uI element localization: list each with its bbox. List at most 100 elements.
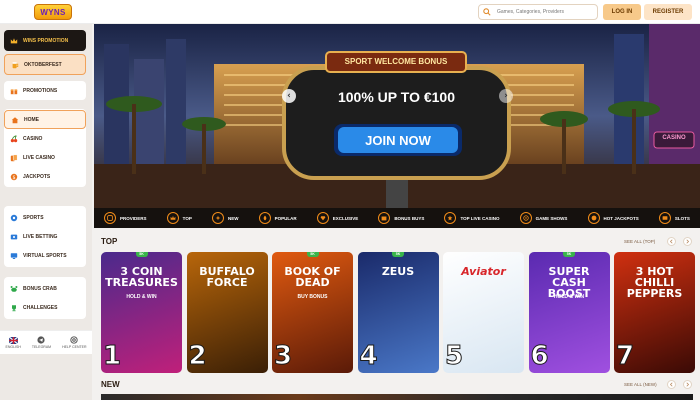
sidebar-item-home[interactable]: Home — [4, 110, 86, 129]
game-rank: 5 — [444, 341, 464, 372]
join-now-label: JOIN NOW — [365, 132, 431, 148]
sidebar-group-casino: Home Casino Live Casino $ Jackpots — [4, 109, 86, 187]
game-badge: 5K — [563, 252, 575, 257]
telegram-label: Telegram — [31, 345, 52, 349]
sidebar-item-promotions[interactable]: Promotions — [4, 81, 86, 100]
site-logo[interactable]: WYNS — [34, 4, 72, 20]
hero-sign-title: SPORT WELCOME BONUS — [344, 57, 448, 66]
sidebar-item-challenges[interactable]: Challenges — [4, 298, 86, 317]
category-providers[interactable]: Providers — [104, 212, 147, 224]
category-hot-jackpots[interactable]: Hot Jackpots — [587, 212, 639, 224]
help-label: Help Center — [62, 345, 87, 349]
category-new[interactable]: New — [211, 212, 238, 224]
sidebar-promo-group: Wins Promotion Oktoberfest — [4, 30, 86, 75]
top-icon — [166, 212, 179, 224]
game-tile[interactable]: BUFFALO FORCE 2 — [186, 252, 268, 373]
flag-icon — [8, 336, 18, 344]
category-game-shows[interactable]: Game Shows — [519, 212, 568, 224]
help-center-link[interactable]: Help Center — [62, 336, 87, 349]
join-now-button[interactable]: JOIN NOW — [338, 127, 458, 153]
scroll-left-icon[interactable] — [667, 380, 676, 389]
sidebar-item-jackpots[interactable]: $ Jackpots — [4, 167, 86, 186]
login-button[interactable]: LOG IN — [603, 4, 641, 20]
category-exclusive[interactable]: Exclusive — [316, 212, 359, 224]
next-slide-icon[interactable]: › — [500, 90, 512, 102]
register-button[interactable]: REGISTER — [644, 4, 692, 20]
live-casino-icon — [444, 212, 457, 224]
search-icon — [483, 8, 491, 16]
game-badge: 5K — [392, 252, 404, 257]
category-label: Slots — [674, 215, 690, 221]
see-all-top-link[interactable]: SEE ALL (TOP) — [624, 239, 655, 244]
game-shows-icon — [519, 212, 532, 224]
sidebar-item-virtual-sports[interactable]: Virtual Sports — [4, 246, 86, 265]
category-top[interactable]: Top — [166, 212, 192, 224]
jackpot-icon: $ — [10, 173, 18, 181]
category-label: Top Live Casino — [460, 215, 500, 221]
scroll-right-icon[interactable] — [683, 380, 692, 389]
sidebar-item-live-betting[interactable]: Live Betting — [4, 227, 86, 246]
category-bar: Providers Top New Popular Exclusive Bonu… — [94, 208, 700, 228]
category-slots[interactable]: Slots — [658, 212, 690, 224]
sidebar-item-label: Bonus Crab — [23, 285, 57, 292]
gift-icon — [10, 87, 18, 95]
sidebar-item-bonus-crab[interactable]: Bonus Crab — [4, 279, 86, 298]
game-tile[interactable]: 5K SUPER CASH BOOST HOLD & WIN 6 — [528, 252, 610, 373]
providers-icon — [104, 212, 117, 224]
top-bar: WYNS Games, Categories, Providers LOG IN… — [0, 0, 700, 24]
game-tile[interactable]: Aviator 5 — [443, 252, 524, 373]
game-rank: 6 — [530, 341, 549, 372]
bonus-buys-icon — [378, 212, 391, 224]
section-title-new: NEW — [101, 380, 120, 389]
game-rank: 4 — [359, 341, 378, 372]
cherry-icon — [10, 134, 18, 143]
hero-banner[interactable]: SPORT WELCOME BONUS 100% UP TO €100 JOIN… — [94, 24, 700, 208]
game-title: ZEUS — [381, 265, 415, 278]
svg-text:$: $ — [12, 174, 15, 180]
category-label: Exclusive — [332, 215, 359, 221]
game-rank: 1 — [102, 341, 122, 372]
search-input[interactable]: Games, Categories, Providers — [478, 4, 598, 20]
language-selector[interactable]: English — [5, 336, 21, 349]
game-title: BUFFALO FORCE — [199, 265, 255, 289]
search-placeholder: Games, Categories, Providers — [497, 9, 564, 15]
scroll-left-icon[interactable] — [667, 237, 676, 246]
slots-icon — [658, 212, 671, 224]
home-icon — [11, 116, 19, 124]
sidebar-item-live-casino[interactable]: Live Casino — [4, 148, 86, 167]
sidebar-item-sports[interactable]: Sports — [4, 208, 86, 227]
sidebar-item-label: Challenges — [23, 304, 58, 311]
ball-icon — [10, 214, 18, 222]
cards-icon — [10, 154, 18, 162]
sidebar-item-label: Sports — [23, 214, 44, 221]
sidebar-item-label: Casino — [23, 135, 43, 142]
game-tile[interactable]: 5K 3 COIN TREASURES HOLD & WIN 1 — [101, 252, 182, 373]
crown-icon — [10, 37, 18, 45]
telegram-link[interactable]: Telegram — [32, 336, 51, 349]
category-top-live-casino[interactable]: Top Live Casino — [444, 212, 500, 224]
new-games-row-peek — [101, 394, 693, 400]
hero-offer: 100% UP TO €100 — [337, 89, 455, 105]
game-tile[interactable]: 5K ZEUS 4 — [357, 252, 439, 373]
game-tile[interactable]: 3 HOT CHILLI PEPPERS 7 — [614, 252, 695, 373]
game-title: 3 COIN TREASURES — [105, 265, 178, 289]
sidebar-item-label: Live Casino — [23, 154, 55, 161]
vegas-background — [94, 24, 700, 208]
sidebar-item-label: Jackpots — [23, 173, 51, 180]
see-all-new-link[interactable]: SEE ALL (NEW) — [624, 382, 657, 387]
category-label: Bonus Buys — [394, 215, 425, 221]
game-title: 3 HOT CHILLI PEPPERS — [626, 265, 683, 300]
category-popular[interactable]: Popular — [258, 212, 297, 224]
sidebar-item-oktoberfest[interactable]: Oktoberfest — [4, 54, 86, 75]
game-rank: 2 — [188, 341, 207, 372]
sidebar-item-label: Virtual Sports — [23, 252, 67, 259]
sidebar-item-wins-promotion[interactable]: Wins Promotion — [4, 30, 86, 51]
category-label: Game Shows — [535, 215, 568, 221]
sidebar-group-extras: Bonus Crab Challenges — [4, 277, 86, 319]
scroll-right-icon[interactable] — [683, 237, 692, 246]
category-bonus-buys[interactable]: Bonus Buys — [378, 212, 424, 224]
help-icon — [70, 336, 78, 344]
sidebar-item-casino[interactable]: Casino — [4, 129, 86, 148]
prev-slide-icon[interactable]: ‹ — [283, 90, 295, 102]
game-tile[interactable]: 5K BOOK OF DEAD BUY BONUS 3 — [272, 252, 353, 373]
